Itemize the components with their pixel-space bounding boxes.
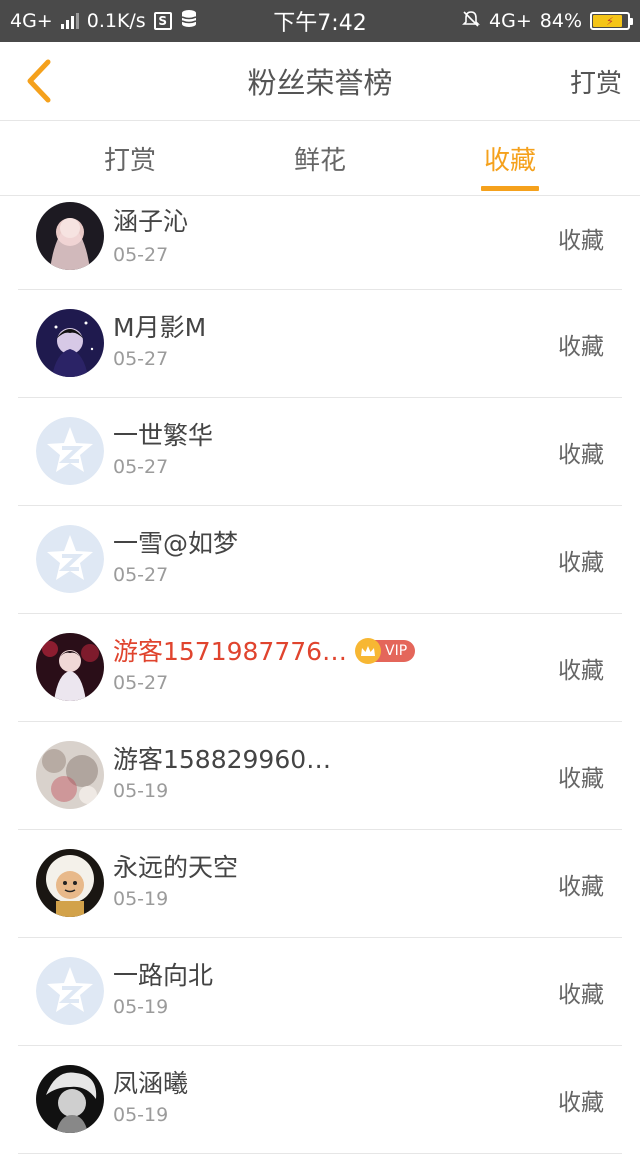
item-action: 收藏 (558, 549, 604, 576)
item-action: 收藏 (558, 441, 604, 468)
network-label-right: 4G+ (489, 10, 532, 32)
photo-avatar-icon (36, 1065, 104, 1133)
page-title: 粉丝荣誉榜 (247, 66, 393, 100)
status-bar: 4G+ 0.1K/s S 下午7:42 4G+ 84% ⚡ (0, 0, 640, 42)
vip-badge: VIP (355, 638, 416, 664)
tab-label: 打赏 (103, 145, 156, 176)
list-item[interactable]: 一世繁华 05-27 收藏 (18, 398, 622, 506)
item-action: 收藏 (558, 765, 604, 792)
list-item[interactable]: 游客158829960… 05-19 收藏 (18, 722, 622, 830)
user-name: 涵子沁 (113, 207, 189, 236)
default-avatar-icon (36, 417, 104, 485)
user-name-vip: 游客1571987776… (113, 637, 348, 666)
item-date: 05-27 (113, 456, 169, 478)
tab-label: 鲜花 (293, 145, 346, 176)
vip-label: VIP (375, 640, 416, 662)
crown-icon (355, 638, 381, 664)
list-item[interactable]: 游客1571987776… VIP 05-27 收藏 (18, 614, 622, 722)
photo-avatar-icon (36, 633, 104, 701)
tab-reward[interactable]: 打赏 (70, 121, 190, 195)
photo-avatar-icon (36, 849, 104, 917)
list-item[interactable]: 一路向北 05-19 收藏 (18, 938, 622, 1046)
list-item[interactable]: M月影M 05-27 收藏 (18, 290, 622, 398)
item-date: 05-27 (113, 564, 169, 586)
list-item[interactable]: 一雪@如梦 05-27 收藏 (18, 506, 622, 614)
item-date: 05-27 (113, 348, 169, 370)
list-item[interactable]: 涵子沁 05-27 收藏 (18, 196, 622, 290)
photo-avatar-icon (36, 202, 104, 270)
tab-flowers[interactable]: 鲜花 (260, 121, 380, 195)
header-reward-button[interactable]: 打赏 (570, 42, 622, 120)
battery-icon: ⚡ (590, 12, 633, 30)
mute-alarm-icon (461, 9, 481, 34)
photo-avatar-icon (36, 741, 104, 809)
item-date: 05-19 (113, 1104, 169, 1126)
user-name: 一雪@如梦 (113, 529, 239, 558)
battery-percent: 84% (539, 10, 582, 32)
user-name: M月影M (113, 313, 207, 342)
item-action: 收藏 (558, 333, 604, 360)
item-date: 05-19 (113, 780, 169, 802)
list-item[interactable]: 永远的天空 05-19 收藏 (18, 830, 622, 938)
active-tab-indicator (481, 186, 539, 191)
user-name: 凤涵曦 (113, 1069, 189, 1098)
default-avatar-icon (36, 525, 104, 593)
fan-list: 涵子沁 05-27 收藏 M月影M 05-27 收藏 一世繁华 05-27 收藏… (18, 196, 622, 1154)
item-action: 收藏 (558, 873, 604, 900)
item-date: 05-27 (113, 244, 169, 266)
item-action: 收藏 (558, 981, 604, 1008)
status-right: 4G+ 84% ⚡ (461, 0, 633, 42)
item-action: 收藏 (558, 657, 604, 684)
photo-avatar-icon (36, 309, 104, 377)
user-name: 永远的天空 (113, 853, 239, 882)
item-date: 05-19 (113, 888, 169, 910)
tab-bar: 打赏 鲜花 收藏 (0, 121, 640, 196)
tab-label: 收藏 (483, 145, 536, 176)
user-name: 游客158829960… (113, 745, 332, 774)
tab-favorites[interactable]: 收藏 (450, 121, 570, 195)
nav-header: 粉丝荣誉榜 打赏 (0, 42, 640, 121)
item-date: 05-19 (113, 996, 169, 1018)
default-avatar-icon (36, 957, 104, 1025)
item-action: 收藏 (558, 227, 604, 254)
user-name: 一世繁华 (113, 421, 214, 450)
item-date: 05-27 (113, 672, 169, 694)
user-name: 一路向北 (113, 961, 214, 990)
item-action: 收藏 (558, 1089, 604, 1116)
